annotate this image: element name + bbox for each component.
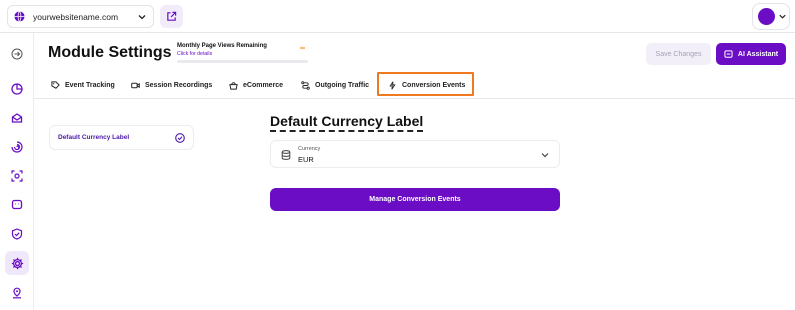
- location-icon: [13, 287, 21, 299]
- check-circle-icon: [175, 133, 185, 143]
- website-name: yourwebsitename.com: [33, 11, 119, 22]
- ai-chat-icon: [724, 49, 733, 58]
- sidebar: [0, 33, 34, 310]
- sidebar-item-analytics[interactable]: [5, 77, 29, 101]
- page-views-progress-bar: [177, 60, 308, 63]
- sidebar-item-settings[interactable]: [5, 251, 29, 275]
- avatar: [758, 8, 775, 25]
- tab-event-tracking[interactable]: Event Tracking: [51, 81, 115, 90]
- save-changes-button[interactable]: Save Changes: [646, 43, 711, 65]
- tag-icon: [51, 81, 60, 89]
- page-title: Module Settings: [48, 44, 172, 61]
- section-title: Default Currency Label: [270, 113, 424, 132]
- chat-icon: [11, 199, 23, 210]
- page-views-value: ∞: [300, 45, 305, 52]
- active-tab-highlight: [377, 72, 474, 96]
- shield-icon: [11, 228, 23, 240]
- tab-label: eCommerce: [243, 82, 284, 89]
- gear-icon: [11, 257, 23, 269]
- chevron-down-icon: [541, 153, 549, 158]
- analytics-icon: [11, 83, 23, 95]
- sidebar-item-target[interactable]: [5, 164, 29, 188]
- side-nav-item-default-currency[interactable]: Default Currency Label: [49, 125, 194, 150]
- database-icon: [281, 150, 291, 160]
- tab-label: Session Recordings: [145, 82, 213, 89]
- video-icon: [131, 82, 140, 89]
- sidebar-item-chat[interactable]: [5, 193, 29, 217]
- tab-session-recordings[interactable]: Session Recordings: [131, 81, 212, 90]
- page-views-label: Monthly Page Views Remaining: [177, 43, 267, 49]
- collapse-icon: [11, 48, 23, 60]
- manage-conversion-events-button[interactable]: Manage Conversion Events: [270, 188, 560, 211]
- target-icon: [11, 170, 23, 182]
- currency-select[interactable]: Currency EUR: [270, 140, 560, 168]
- top-bar: yourwebsitename.com: [0, 0, 795, 33]
- sidebar-item-location[interactable]: [5, 281, 29, 305]
- globe-icon: [14, 11, 25, 22]
- currency-value: EUR: [298, 155, 314, 164]
- sidebar-item-spiral[interactable]: [5, 135, 29, 159]
- external-link-button[interactable]: [160, 5, 183, 28]
- chevron-down-icon: [138, 15, 146, 20]
- sidebar-item-collapse[interactable]: [5, 42, 29, 66]
- inbox-icon: [11, 113, 23, 123]
- user-menu-button[interactable]: [752, 3, 790, 30]
- tab-ecommerce[interactable]: eCommerce: [229, 81, 283, 90]
- spiral-icon: [11, 141, 23, 153]
- tab-label: Outgoing Traffic: [315, 82, 370, 89]
- page-views-details-link[interactable]: Click for details: [177, 51, 212, 57]
- external-link-icon: [167, 11, 177, 21]
- ai-assistant-label: AI Assistant: [737, 50, 779, 58]
- sidebar-item-inbox[interactable]: [5, 106, 29, 130]
- chevron-down-icon: [779, 14, 786, 19]
- tab-label: Event Tracking: [65, 82, 115, 89]
- cart-icon: [229, 82, 238, 90]
- side-nav-item-label: Default Currency Label: [58, 134, 130, 141]
- currency-label: Currency: [298, 146, 321, 152]
- tab-outgoing-traffic[interactable]: Outgoing Traffic: [301, 81, 369, 90]
- route-icon: [301, 81, 310, 90]
- ai-assistant-button[interactable]: AI Assistant: [716, 43, 786, 65]
- website-selector[interactable]: yourwebsitename.com: [7, 5, 154, 28]
- sidebar-item-shield[interactable]: [5, 222, 29, 246]
